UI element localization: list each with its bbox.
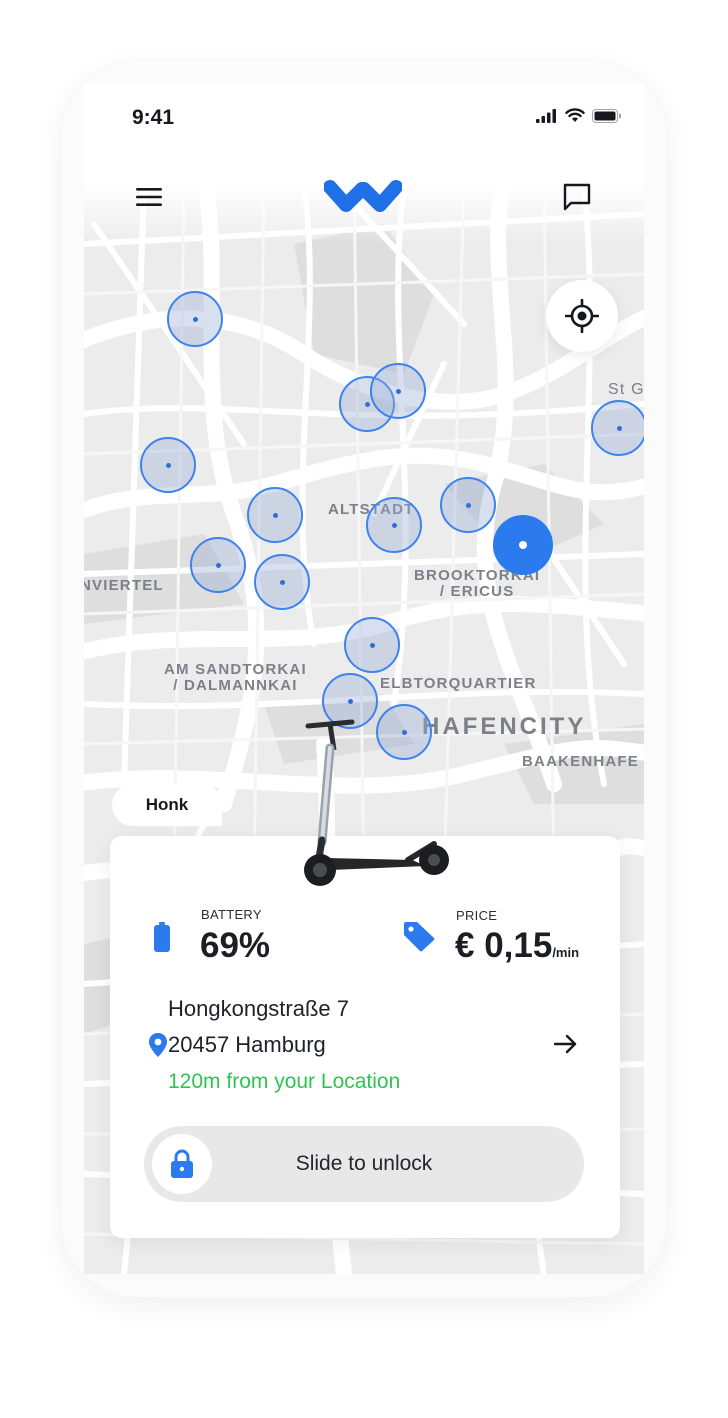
arrow-right-icon[interactable] bbox=[554, 1034, 578, 1054]
scooter-pin[interactable] bbox=[254, 554, 310, 610]
price-tag-icon bbox=[404, 922, 435, 952]
price-value-row: € 0,15/min bbox=[455, 926, 579, 966]
price-label: PRICE bbox=[456, 908, 498, 923]
status-time: 9:41 bbox=[132, 106, 175, 129]
wifi-icon bbox=[565, 108, 585, 122]
top-nav bbox=[84, 174, 644, 224]
battery-status-icon bbox=[592, 108, 621, 123]
brand-logo bbox=[322, 176, 404, 216]
price-value: € 0,15 bbox=[455, 926, 553, 965]
address-city: 20457 Hamburg bbox=[168, 1032, 326, 1057]
price-unit: /min bbox=[552, 945, 580, 960]
scooter-pin[interactable] bbox=[591, 400, 644, 456]
status-bar: 9:41 bbox=[84, 84, 644, 154]
chat-button[interactable] bbox=[558, 178, 596, 216]
signal-icon bbox=[536, 108, 556, 123]
map-label-baakenhafen: BAAKENHAFE bbox=[522, 753, 639, 770]
crosshair-icon bbox=[565, 299, 599, 333]
scooter-pin[interactable] bbox=[344, 617, 400, 673]
map-label-elbtorquartier: ELBTORQUARTIER bbox=[380, 675, 537, 692]
selected-scooter-pin[interactable] bbox=[493, 515, 553, 575]
scooter-pin[interactable] bbox=[190, 537, 246, 593]
menu-button[interactable] bbox=[132, 180, 166, 214]
map-label-stg: St G bbox=[608, 381, 644, 398]
unlock-slider-handle[interactable] bbox=[152, 1134, 212, 1194]
scooter-pin[interactable] bbox=[366, 497, 422, 553]
chat-bubble-icon bbox=[563, 183, 591, 211]
scooter-pin[interactable] bbox=[140, 437, 196, 493]
location-pin-icon bbox=[149, 1033, 167, 1057]
battery-label: BATTERY bbox=[201, 907, 262, 922]
status-icons bbox=[536, 108, 622, 123]
app-screen: ALTSTADT BROOKTORKAI / ERICUS NVIERTEL A… bbox=[84, 84, 644, 1274]
address-street: Hongkongstraße 7 bbox=[168, 996, 349, 1021]
battery-value: 69% bbox=[200, 926, 271, 965]
scooter-pin[interactable] bbox=[370, 363, 426, 419]
hamburger-icon bbox=[136, 188, 162, 206]
scooter-pin[interactable] bbox=[440, 477, 496, 533]
scooter-pin[interactable] bbox=[167, 291, 223, 347]
vehicle-name: Honk bbox=[145, 795, 189, 814]
brand-w-logo-icon bbox=[324, 180, 402, 212]
locate-me-button[interactable] bbox=[546, 280, 618, 352]
map-label-sandtorkai: AM SANDTORKAI / DALMANNKAI bbox=[164, 661, 307, 694]
map-label-viertel: NVIERTEL bbox=[84, 577, 164, 594]
vehicle-name-tab: Honk bbox=[112, 784, 222, 826]
battery-icon bbox=[154, 922, 170, 952]
distance-text: 120m from your Location bbox=[168, 1070, 401, 1093]
lock-icon bbox=[171, 1149, 193, 1178]
scooter-image bbox=[304, 719, 449, 886]
scooter-pin[interactable] bbox=[247, 487, 303, 543]
